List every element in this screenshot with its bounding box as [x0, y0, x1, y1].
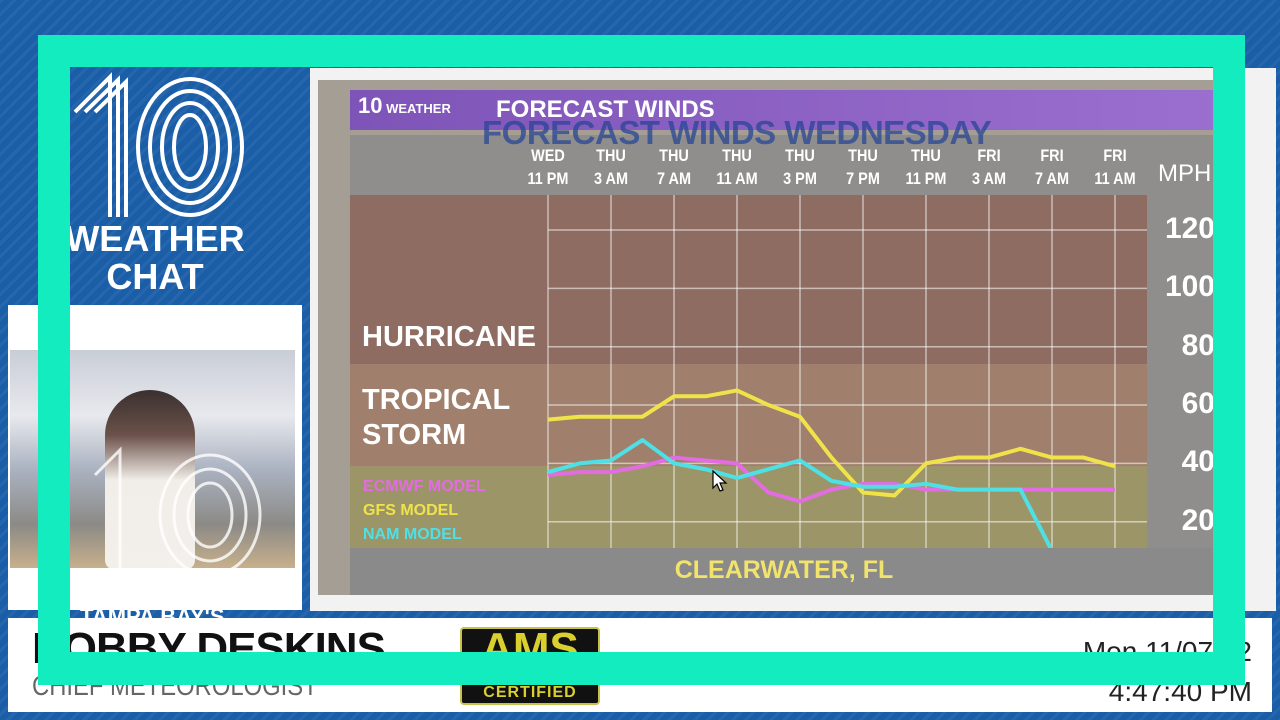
highlight-frame: [38, 35, 1245, 685]
ams-badge-bottom: CERTIFIED: [483, 684, 577, 701]
